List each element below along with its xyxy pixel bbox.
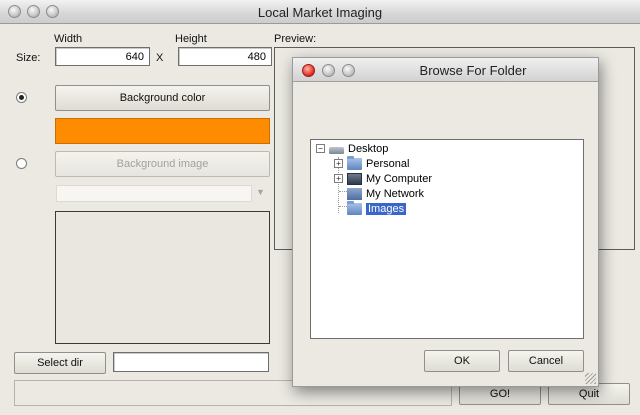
tree-item-personal[interactable]: Personal — [347, 155, 410, 171]
browse-folder-dialog: Browse For Folder − Desktop + Personal +… — [292, 57, 599, 387]
dialog-cancel-button[interactable]: Cancel — [508, 350, 584, 372]
computer-icon — [347, 172, 362, 185]
height-input[interactable]: 480 — [178, 47, 272, 66]
tree-item-desktop[interactable]: Desktop — [329, 141, 388, 156]
size-separator: X — [156, 52, 164, 64]
background-image-radio[interactable] — [16, 158, 27, 169]
dialog-close-icon[interactable] — [302, 64, 315, 77]
network-icon — [347, 187, 362, 200]
background-image-button[interactable]: Background image — [55, 151, 270, 177]
dialog-titlebar: Browse For Folder — [293, 58, 598, 82]
dialog-ok-button[interactable]: OK — [424, 350, 500, 372]
tree-item-images[interactable]: Images — [347, 200, 407, 216]
folder-icon — [347, 200, 362, 215]
background-image-select[interactable] — [56, 185, 252, 202]
width-label: Width — [54, 33, 83, 45]
tree-item-my-network[interactable]: My Network — [347, 186, 424, 201]
folder-icon — [347, 155, 362, 170]
folder-tree[interactable]: − Desktop + Personal + My Computer My Ne… — [310, 139, 584, 339]
collapse-icon[interactable]: − — [316, 144, 325, 153]
preview-label: Preview: — [274, 33, 317, 45]
select-dir-button[interactable]: Select dir — [14, 352, 106, 374]
background-image-thumbnail — [55, 211, 270, 344]
tree-item-label: My Computer — [366, 172, 433, 185]
tree-item-my-computer[interactable]: My Computer — [347, 171, 432, 186]
window-titlebar: Local Market Imaging — [0, 0, 640, 24]
height-label: Height — [175, 33, 207, 45]
directory-input[interactable] — [113, 352, 269, 372]
tree-item-label: Personal — [366, 157, 410, 170]
resize-grip-icon[interactable] — [585, 373, 596, 384]
expand-icon[interactable]: + — [334, 174, 343, 183]
tree-item-label: Desktop — [348, 142, 389, 155]
background-color-button[interactable]: Background color — [55, 85, 270, 111]
expand-icon[interactable]: + — [334, 159, 343, 168]
tree-item-label: Images — [366, 202, 407, 215]
dialog-title: Browse For Folder — [419, 63, 527, 78]
window-title: Local Market Imaging — [257, 5, 383, 20]
desktop-icon — [329, 147, 344, 154]
background-color-radio[interactable] — [16, 92, 27, 103]
width-input[interactable]: 640 — [55, 47, 150, 66]
background-color-swatch[interactable] — [55, 118, 270, 144]
size-label: Size: — [16, 52, 41, 64]
dialog-minimize-icon[interactable] — [322, 64, 335, 77]
tree-item-label: My Network — [366, 187, 425, 200]
chevron-down-icon[interactable]: ▼ — [256, 187, 265, 197]
